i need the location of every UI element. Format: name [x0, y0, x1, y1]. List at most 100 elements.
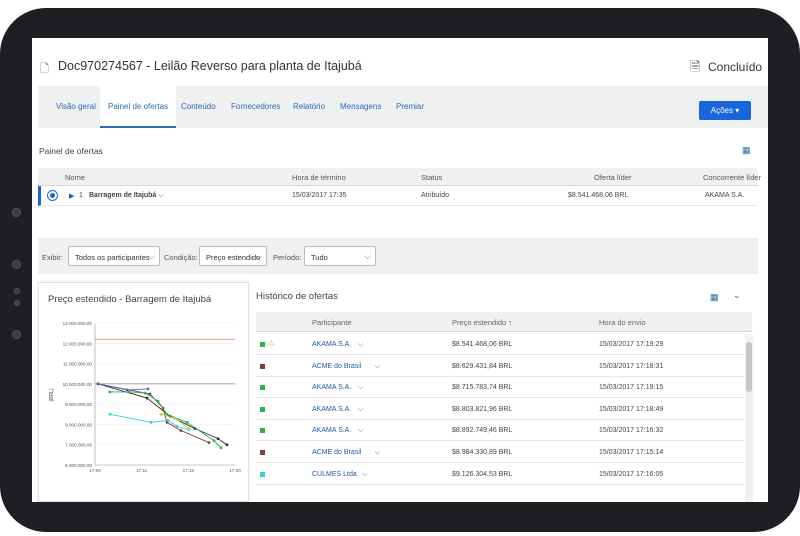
leading-competitor: AKAMA S.A. — [705, 192, 745, 199]
scrollbar[interactable] — [745, 334, 753, 502]
filter-label-condicao: Condição: — [164, 253, 198, 262]
tab-visao-geral[interactable]: Visão geral — [56, 102, 96, 111]
row-select-radio[interactable] — [47, 190, 58, 201]
participant-link[interactable]: AKAMA S.A. — [312, 427, 351, 434]
chevron-down-icon[interactable]: ⌵ — [158, 192, 163, 199]
sensor-dot — [12, 260, 21, 269]
data-point — [143, 391, 147, 395]
end-time: 15/03/2017 17:35 — [292, 192, 347, 199]
bid-time: 15/03/2017 17:19:15 — [599, 384, 664, 392]
status-text: Concluído — [708, 60, 763, 74]
exibir-select[interactable]: Todos os participantes ⌵ — [68, 246, 160, 266]
participant-link[interactable]: AKAMA S.A. — [312, 406, 351, 413]
chevron-down-icon[interactable]: ⌵ — [375, 449, 380, 457]
table-row[interactable]: AKAMA S.A. ⌵ $8.803.821,96 BRL 15/03/2017 1… — [256, 398, 744, 420]
condicao-select[interactable]: Preço estendido ⌵ — [199, 246, 267, 266]
column-header[interactable]: Participante — [312, 318, 352, 327]
screen: 🗋 Doc970274567 - Leilão Reverso para pla… — [32, 38, 768, 502]
series-color-swatch — [260, 385, 265, 391]
data-point — [146, 387, 150, 391]
grid-view-icon[interactable]: ▦ — [742, 145, 751, 156]
data-point — [173, 416, 177, 420]
data-point — [108, 412, 112, 416]
data-point — [207, 441, 211, 445]
data-point — [125, 388, 129, 392]
table-row[interactable]: ACME do Brasil ⌵ $8.984.330,89 BRL 15/03/20… — [256, 442, 744, 463]
y-tick-label: 13.000.000,00 — [63, 321, 93, 326]
series-color-swatch — [260, 342, 265, 347]
column-header[interactable]: Oferta líder — [594, 173, 632, 182]
tablet-frame: 🗋 Doc970274567 - Leilão Reverso para pla… — [0, 8, 800, 532]
chevron-down-icon[interactable]: ⌵ — [358, 384, 363, 392]
periodo-select[interactable]: Tudo ⌵ — [304, 246, 376, 266]
chevron-down-icon: ⌵ — [364, 251, 371, 261]
y-tick-label: 7.000.000,00 — [65, 443, 92, 448]
column-header[interactable]: Status — [421, 173, 442, 182]
document-icon: 🗋 — [40, 63, 49, 75]
sensor-dot — [12, 330, 21, 339]
data-point — [216, 437, 220, 441]
scrollbar-thumb[interactable] — [746, 342, 752, 392]
column-header[interactable]: Hora de término — [292, 173, 346, 182]
bid-time: 15/03/2017 17:16:32 — [599, 427, 664, 435]
tab-premiar[interactable]: Premiar — [396, 102, 424, 111]
data-point — [175, 425, 179, 428]
participant-link[interactable]: AKAMA S.A. — [312, 384, 351, 391]
table-row[interactable]: AKAMA S.A. ⌵ $8.892.749,46 BRL 15/03/2017 1… — [256, 420, 744, 442]
x-tick-label: 17:06 — [89, 468, 101, 473]
tab-bar: Visão geral Painel de ofertas Conteúdo F… — [38, 86, 768, 128]
series-line — [97, 383, 210, 444]
table-row[interactable]: ▶ 1 Barragem de Itajubá ⌵ 15/03/2017 17:… — [38, 186, 758, 206]
bid-time: 15/03/2017 17:18:31 — [599, 362, 664, 370]
participant-link[interactable]: CULMES Ltda — [312, 471, 357, 478]
table-row[interactable]: AKAMA S.A. ⌵ $8.715.783,74 BRL 15/03/2017 1… — [256, 377, 744, 399]
tab-relatorio[interactable]: Relatório — [293, 102, 325, 111]
chevron-down-icon[interactable]: ⌵ — [358, 341, 363, 349]
leader-flag-icon: ⚠ — [268, 340, 275, 347]
data-point — [145, 396, 149, 400]
chevron-down-icon[interactable]: ⌵ — [358, 406, 363, 414]
tab-fornecedores[interactable]: Fornecedores — [231, 102, 280, 111]
tab-conteudo[interactable]: Conteúdo — [181, 102, 216, 111]
collapse-icon[interactable]: ⌄ — [733, 290, 741, 301]
data-point — [185, 421, 189, 424]
item-name-link[interactable]: Barragem de Itajubá ⌵ — [89, 192, 164, 200]
data-point — [225, 443, 229, 447]
tab-painel-de-ofertas[interactable]: Painel de ofertas — [100, 86, 177, 128]
participant-link[interactable]: ACME do Brasil — [312, 449, 361, 456]
table-row[interactable]: ACME do Brasil ⌵ $8.629.431,84 BRL 15/03/20… — [256, 355, 744, 377]
column-header[interactable]: Hora do envio — [599, 318, 646, 327]
table-row[interactable]: ⚠ AKAMA S.A. ⌵ $8.541.468,06 BRL 15/03/2017 … — [256, 334, 744, 355]
chevron-down-icon[interactable]: ⌵ — [358, 427, 363, 435]
bid-time: 15/03/2017 17:18:49 — [599, 405, 664, 413]
data-point — [166, 418, 170, 422]
expand-icon[interactable]: ▶ — [69, 192, 74, 200]
data-point — [179, 429, 183, 432]
bid-price: $8.715.783,74 BRL — [452, 384, 513, 392]
column-header[interactable]: Preço estendido ↑ — [452, 318, 512, 327]
bid-time: 15/03/2017 17:16:05 — [599, 470, 664, 478]
data-point — [165, 412, 169, 416]
participant-link[interactable]: ACME do Brasil — [312, 363, 361, 370]
actions-button[interactable]: Ações ▾ — [699, 101, 751, 120]
filter-label-periodo: Período: — [273, 253, 302, 262]
price-chart: 6.000.000,007.000.000,008.000.000,009.00… — [49, 321, 241, 473]
data-point — [96, 382, 100, 386]
chart-title: Preço estendido - Barragem de Itajubá — [48, 294, 212, 305]
chevron-down-icon[interactable]: ⌵ — [362, 471, 367, 479]
chevron-down-icon[interactable]: ⌵ — [375, 363, 380, 371]
participant-link[interactable]: AKAMA S.A. — [312, 341, 351, 348]
column-header[interactable]: Concorrente líder — [703, 173, 761, 182]
filter-bar: Exibir: Todos os participantes ⌵ Condição… — [38, 238, 758, 274]
series-color-swatch — [260, 428, 265, 434]
tab-mensagens[interactable]: Mensagens — [340, 102, 381, 111]
bid-price: $8.984.330,89 BRL — [452, 449, 513, 456]
y-tick-label: 11.000.000,00 — [63, 362, 92, 367]
column-header[interactable]: Nome — [65, 173, 85, 182]
table-row[interactable]: CULMES Ltda ⌵ $9.126.304,53 BRL 15/03/2017 … — [256, 463, 744, 485]
grid-view-icon[interactable]: ▦ — [710, 292, 719, 303]
sensor-dot-small — [14, 288, 20, 294]
sensor-dot-small — [14, 300, 20, 306]
page-header: 🗋 Doc970274567 - Leilão Reverso para pla… — [32, 38, 768, 86]
section-title-painel: Painel de ofertas — [39, 146, 103, 156]
